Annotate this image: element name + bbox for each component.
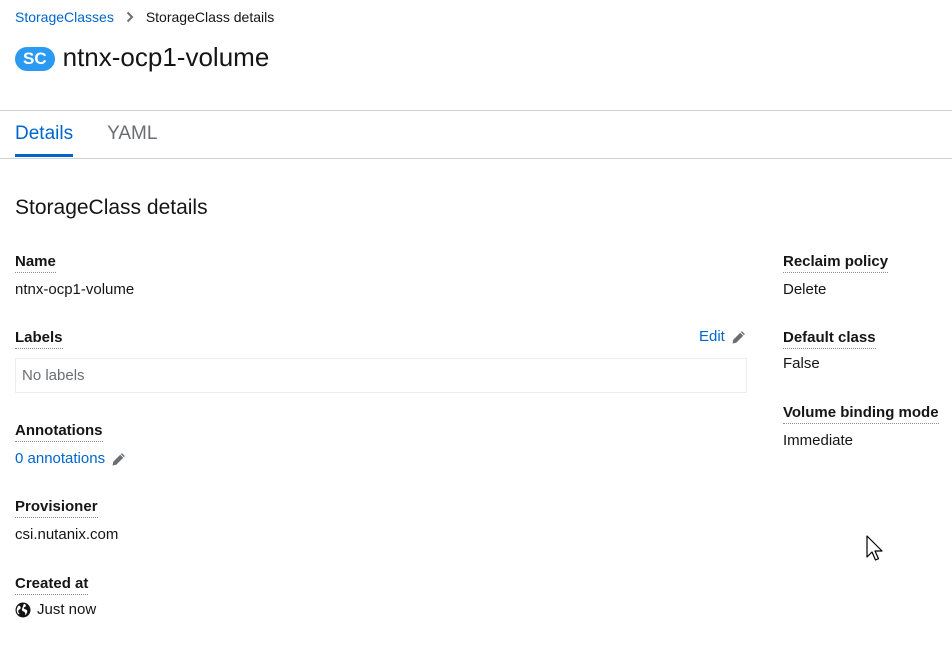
volume-binding-mode-label: Volume binding mode [783, 404, 939, 424]
pencil-icon[interactable] [111, 452, 126, 467]
annotations-label: Annotations [15, 422, 103, 442]
page-heading: SC ntnx-ocp1-volume [15, 40, 269, 74]
annotations-label-text[interactable]: Annotations [15, 422, 103, 442]
breadcrumb: StorageClasses StorageClass details [15, 7, 274, 27]
labels-label: Labels [15, 329, 63, 349]
section-title: StorageClass details [15, 196, 208, 219]
tabs-bottom-divider [0, 158, 952, 159]
provisioner-value: csi.nutanix.com [15, 526, 119, 543]
annotations-link[interactable]: 0 annotations [15, 450, 105, 468]
created-at-text: Just now [37, 601, 97, 618]
labels-box: No labels [15, 358, 747, 393]
breadcrumb-storageclasses-link[interactable]: StorageClasses [15, 7, 114, 27]
breadcrumb-current: StorageClass details [145, 9, 275, 25]
default-class-value: False [783, 355, 820, 372]
default-class-label: Default class [783, 329, 876, 349]
mouse-cursor-icon [866, 535, 886, 570]
globe-icon [15, 602, 31, 618]
page-title: ntnx-ocp1-volume [62, 42, 270, 72]
chevron-right-icon [126, 11, 134, 23]
provisioner-label: Provisioner [15, 498, 98, 518]
created-at-value: Just now [15, 601, 96, 619]
created-at-label-text[interactable]: Created at [15, 575, 89, 595]
tab-bar: Details YAML [15, 111, 191, 158]
volume-binding-mode-label-text[interactable]: Volume binding mode [783, 404, 939, 424]
created-at-label: Created at [15, 575, 89, 595]
tab-yaml[interactable]: YAML [107, 111, 157, 145]
reclaim-policy-value: Delete [783, 281, 827, 298]
name-value: ntnx-ocp1-volume [15, 281, 135, 298]
no-labels-text: No labels [22, 367, 85, 384]
labels-edit-label[interactable]: Edit [699, 328, 725, 346]
page: StorageClasses StorageClass details SC n… [0, 0, 952, 645]
tab-details[interactable]: Details [15, 111, 74, 157]
labels-label-text[interactable]: Labels [15, 329, 63, 349]
provisioner-label-text[interactable]: Provisioner [15, 498, 98, 518]
volume-binding-mode-value: Immediate [783, 432, 854, 449]
resource-type-badge: SC [15, 46, 55, 71]
labels-edit-button[interactable]: Edit [699, 328, 746, 346]
reclaim-policy-label: Reclaim policy [783, 253, 889, 273]
pencil-icon[interactable] [731, 330, 746, 345]
default-class-label-text[interactable]: Default class [783, 329, 876, 349]
name-label: Name [15, 253, 56, 273]
name-label-text[interactable]: Name [15, 253, 56, 273]
reclaim-policy-label-text[interactable]: Reclaim policy [783, 253, 889, 273]
annotations-edit-button[interactable]: 0 annotations [15, 450, 126, 468]
